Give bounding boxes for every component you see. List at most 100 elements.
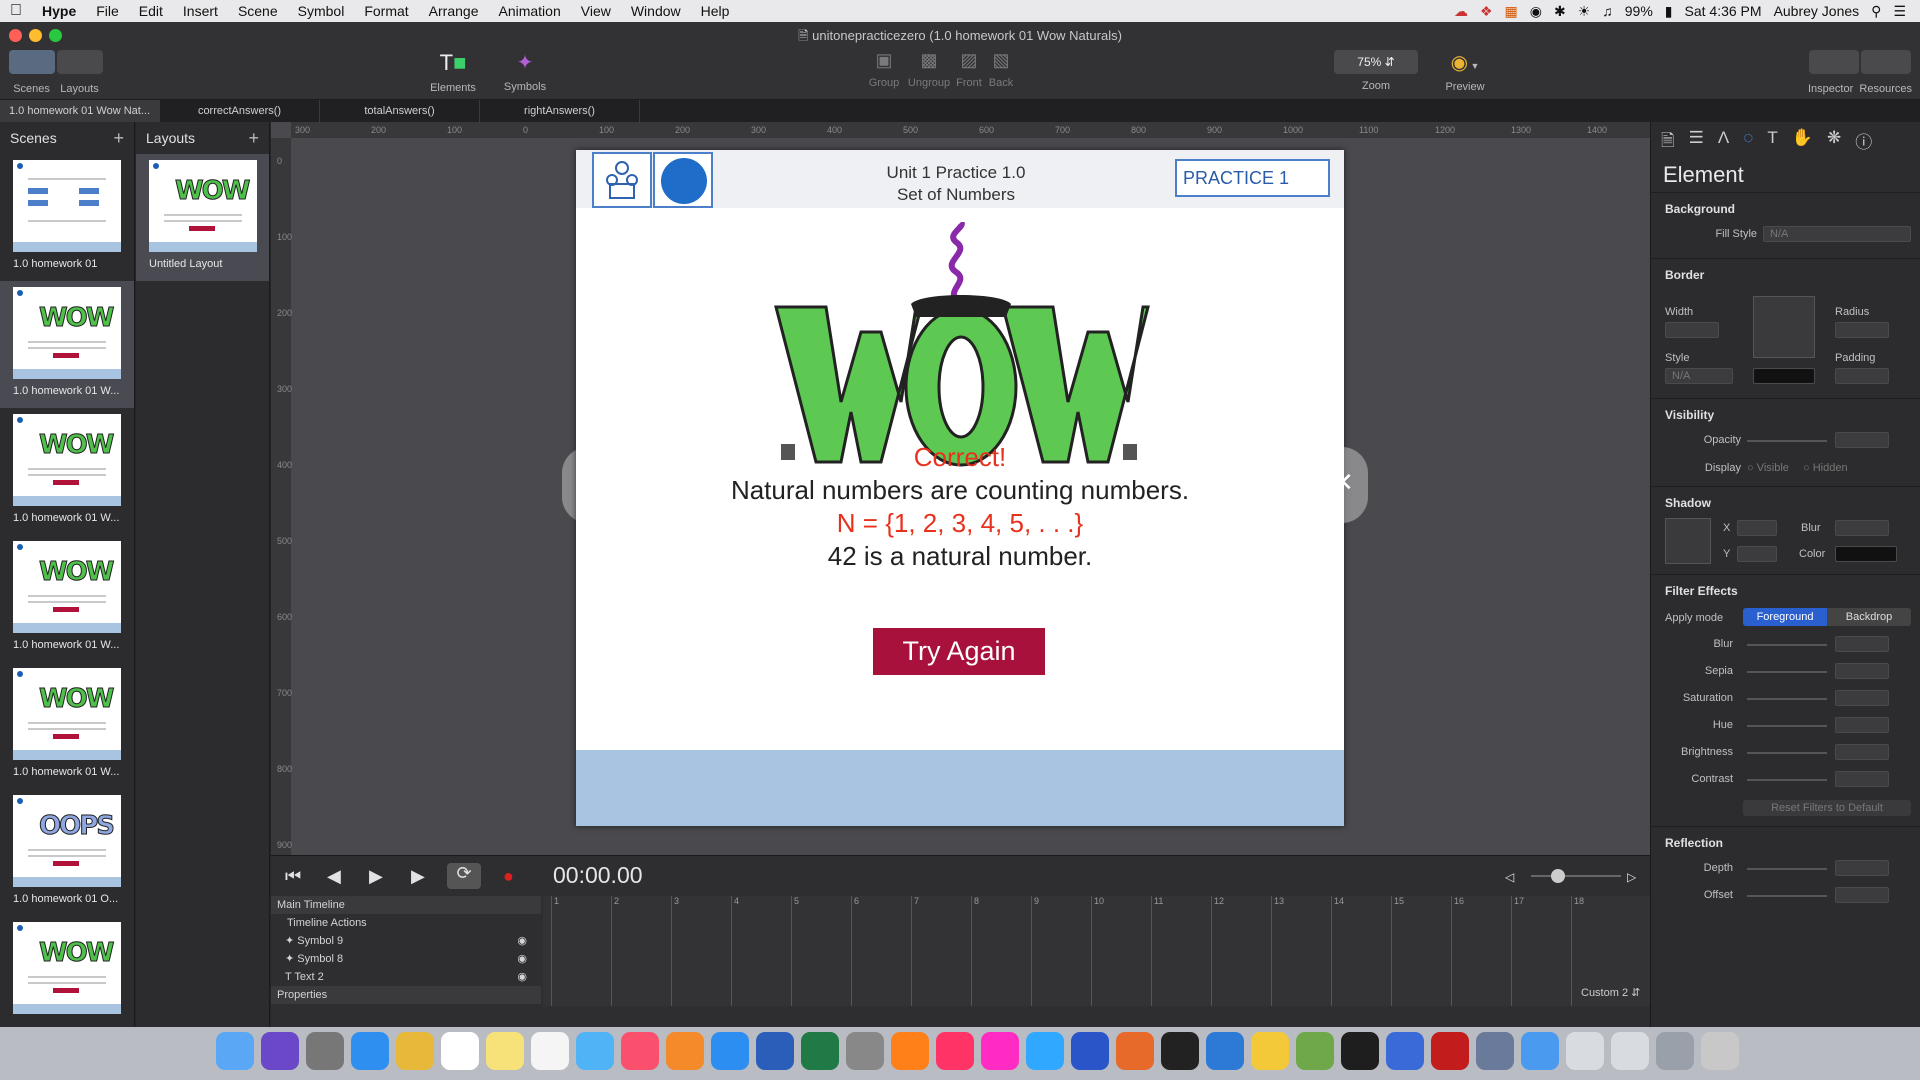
- layout-item[interactable]: WOW Untitled Layout: [136, 154, 269, 281]
- shadow-color-well[interactable]: [1835, 546, 1897, 562]
- timeline-grid[interactable]: 1 2 3 4 5 6 7 8 9 10 11 12 13 14 15 16 17 18: [543, 896, 1650, 1006]
- dock-illustrator-icon[interactable]: [891, 1032, 929, 1070]
- filter-sepia-field[interactable]: [1835, 663, 1889, 679]
- step-back-icon[interactable]: ◀: [327, 866, 341, 887]
- dock-chrome-icon[interactable]: [396, 1032, 434, 1070]
- dock-animate-icon[interactable]: [1071, 1032, 1109, 1070]
- bluetooth-icon[interactable]: ✱: [1554, 3, 1566, 20]
- properties-row[interactable]: Properties: [271, 986, 541, 1004]
- scene-item-selected[interactable]: WOW 1.0 homework 01 W...: [0, 281, 134, 408]
- radius-field[interactable]: [1835, 322, 1889, 338]
- resources-toggle-button[interactable]: [1861, 50, 1911, 74]
- elements-button[interactable]: T■ Elements: [428, 50, 478, 94]
- scene-item[interactable]: WOW: [0, 916, 134, 1043]
- preview-button[interactable]: ◉ ▼ Preview: [1440, 50, 1490, 93]
- scene-item[interactable]: WOW 1.0 homework 01 W...: [0, 408, 134, 535]
- tab-right-answers[interactable]: rightAnswers(): [480, 100, 640, 122]
- scene-inspector-icon[interactable]: ☰: [1689, 128, 1704, 157]
- scene-stage[interactable]: Unit 1 Practice 1.0 Set of Numbers PRACT…: [576, 150, 1344, 826]
- filter-brightness-field[interactable]: [1835, 744, 1889, 760]
- menu-window[interactable]: Window: [621, 3, 691, 19]
- wifi-icon[interactable]: ☀: [1578, 3, 1591, 20]
- front-button[interactable]: ▨ Front: [954, 50, 984, 89]
- dock-folder-icon[interactable]: [1521, 1032, 1559, 1070]
- play-icon[interactable]: ▶: [369, 866, 383, 887]
- scenes-toggle-button[interactable]: [9, 50, 55, 74]
- menu-file[interactable]: File: [86, 3, 129, 19]
- filter-contrast-field[interactable]: [1835, 771, 1889, 787]
- custom-dropdown[interactable]: Custom 2 ⇵: [1581, 986, 1640, 999]
- menu-app-hype[interactable]: Hype: [32, 3, 86, 19]
- shadow-offset-pad[interactable]: [1665, 518, 1711, 564]
- volume-icon[interactable]: ♫: [1602, 3, 1613, 19]
- dock-app-store-icon[interactable]: [711, 1032, 749, 1070]
- add-layout-icon[interactable]: +: [248, 122, 259, 154]
- try-again-button[interactable]: Try Again: [873, 628, 1045, 675]
- dock-reminders-icon[interactable]: [531, 1032, 569, 1070]
- dock-terminal-icon[interactable]: [1161, 1032, 1199, 1070]
- next-scene-arrow[interactable]: ✕: [1316, 447, 1368, 523]
- border-edge-selector[interactable]: [1753, 296, 1815, 358]
- dock-calendar-icon[interactable]: [441, 1032, 479, 1070]
- shadow-y-field[interactable]: [1737, 546, 1777, 562]
- battery-icon[interactable]: ▮: [1665, 3, 1673, 20]
- menu-help[interactable]: Help: [691, 3, 740, 19]
- dock-messages-icon[interactable]: [576, 1032, 614, 1070]
- control-center-icon[interactable]: ☰: [1893, 3, 1906, 20]
- dock-system-preferences-icon[interactable]: [846, 1032, 884, 1070]
- reflection-offset-field[interactable]: [1835, 887, 1889, 903]
- dock-notes-icon[interactable]: [486, 1032, 524, 1070]
- scene-item[interactable]: 1.0 homework 01: [0, 154, 134, 281]
- border-color-well[interactable]: [1753, 368, 1815, 384]
- menu-scene[interactable]: Scene: [228, 3, 288, 19]
- dock-excel-icon[interactable]: [801, 1032, 839, 1070]
- spotlight-icon[interactable]: ⚲: [1871, 3, 1881, 20]
- opacity-field[interactable]: [1835, 432, 1889, 448]
- filter-saturation-slider[interactable]: [1747, 698, 1827, 700]
- dock-trash-icon[interactable]: [1701, 1032, 1739, 1070]
- dock-cyberduck-icon[interactable]: [1251, 1032, 1289, 1070]
- dock-vs-code-icon[interactable]: [1206, 1032, 1244, 1070]
- dock-quicktime-icon[interactable]: [1386, 1032, 1424, 1070]
- shadow-blur-field[interactable]: [1835, 520, 1889, 536]
- dock-preview-icon[interactable]: [1476, 1032, 1514, 1070]
- layer-row[interactable]: ✦ Symbol 9 ◉: [271, 932, 541, 950]
- display-visible-radio[interactable]: ○ Visible: [1747, 462, 1789, 474]
- filter-hue-field[interactable]: [1835, 717, 1889, 733]
- eye-icon[interactable]: ◉: [517, 968, 527, 986]
- dock-photoshop-icon[interactable]: [1026, 1032, 1064, 1070]
- dock-files-icon[interactable]: [1611, 1032, 1649, 1070]
- physics-inspector-icon[interactable]: ❋: [1827, 128, 1841, 157]
- battery-percent[interactable]: 99%: [1625, 3, 1653, 19]
- dock-minecraft-icon[interactable]: [1296, 1032, 1334, 1070]
- step-forward-icon[interactable]: ▶: [411, 866, 425, 887]
- tab-correct-answers[interactable]: correctAnswers(): [160, 100, 320, 122]
- backdrop-segment[interactable]: Backdrop: [1827, 608, 1911, 626]
- loop-icon[interactable]: ⟳: [447, 863, 481, 889]
- display-hidden-radio[interactable]: ○ Hidden: [1803, 462, 1848, 474]
- clock[interactable]: Sat 4:36 PM: [1685, 3, 1762, 19]
- filter-sepia-slider[interactable]: [1747, 671, 1827, 673]
- eye-icon[interactable]: ◉: [517, 950, 527, 968]
- dock-books-icon[interactable]: [666, 1032, 704, 1070]
- creative-cloud-icon[interactable]: ☁: [1454, 3, 1468, 20]
- scene-item[interactable]: WOW 1.0 homework 01 W...: [0, 535, 134, 662]
- scene-item[interactable]: WOW 1.0 homework 01 W...: [0, 662, 134, 789]
- filter-contrast-slider[interactable]: [1747, 779, 1827, 781]
- menu-arrange[interactable]: Arrange: [419, 3, 489, 19]
- layer-row[interactable]: ✦ Symbol 8 ◉: [271, 950, 541, 968]
- reflection-depth-slider[interactable]: [1747, 868, 1827, 870]
- eye-icon[interactable]: ◉: [517, 932, 527, 950]
- dock-figma-icon[interactable]: [1341, 1032, 1379, 1070]
- filter-blur-slider[interactable]: [1747, 644, 1827, 646]
- border-style-select[interactable]: N/A: [1665, 368, 1733, 384]
- layer-row[interactable]: T Text 2 ◉: [271, 968, 541, 986]
- zoom-out-icon[interactable]: ◁: [1505, 870, 1514, 884]
- fill-style-select[interactable]: N/A: [1763, 226, 1911, 242]
- scene-item[interactable]: OOPS 1.0 homework 01 O...: [0, 789, 134, 916]
- apple-icon[interactable]: : [0, 2, 32, 20]
- zoom-select[interactable]: 75% ⇵: [1334, 50, 1418, 74]
- dock-finder-icon[interactable]: [216, 1032, 254, 1070]
- dock-documents-icon[interactable]: [1566, 1032, 1604, 1070]
- filter-blur-field[interactable]: [1835, 636, 1889, 652]
